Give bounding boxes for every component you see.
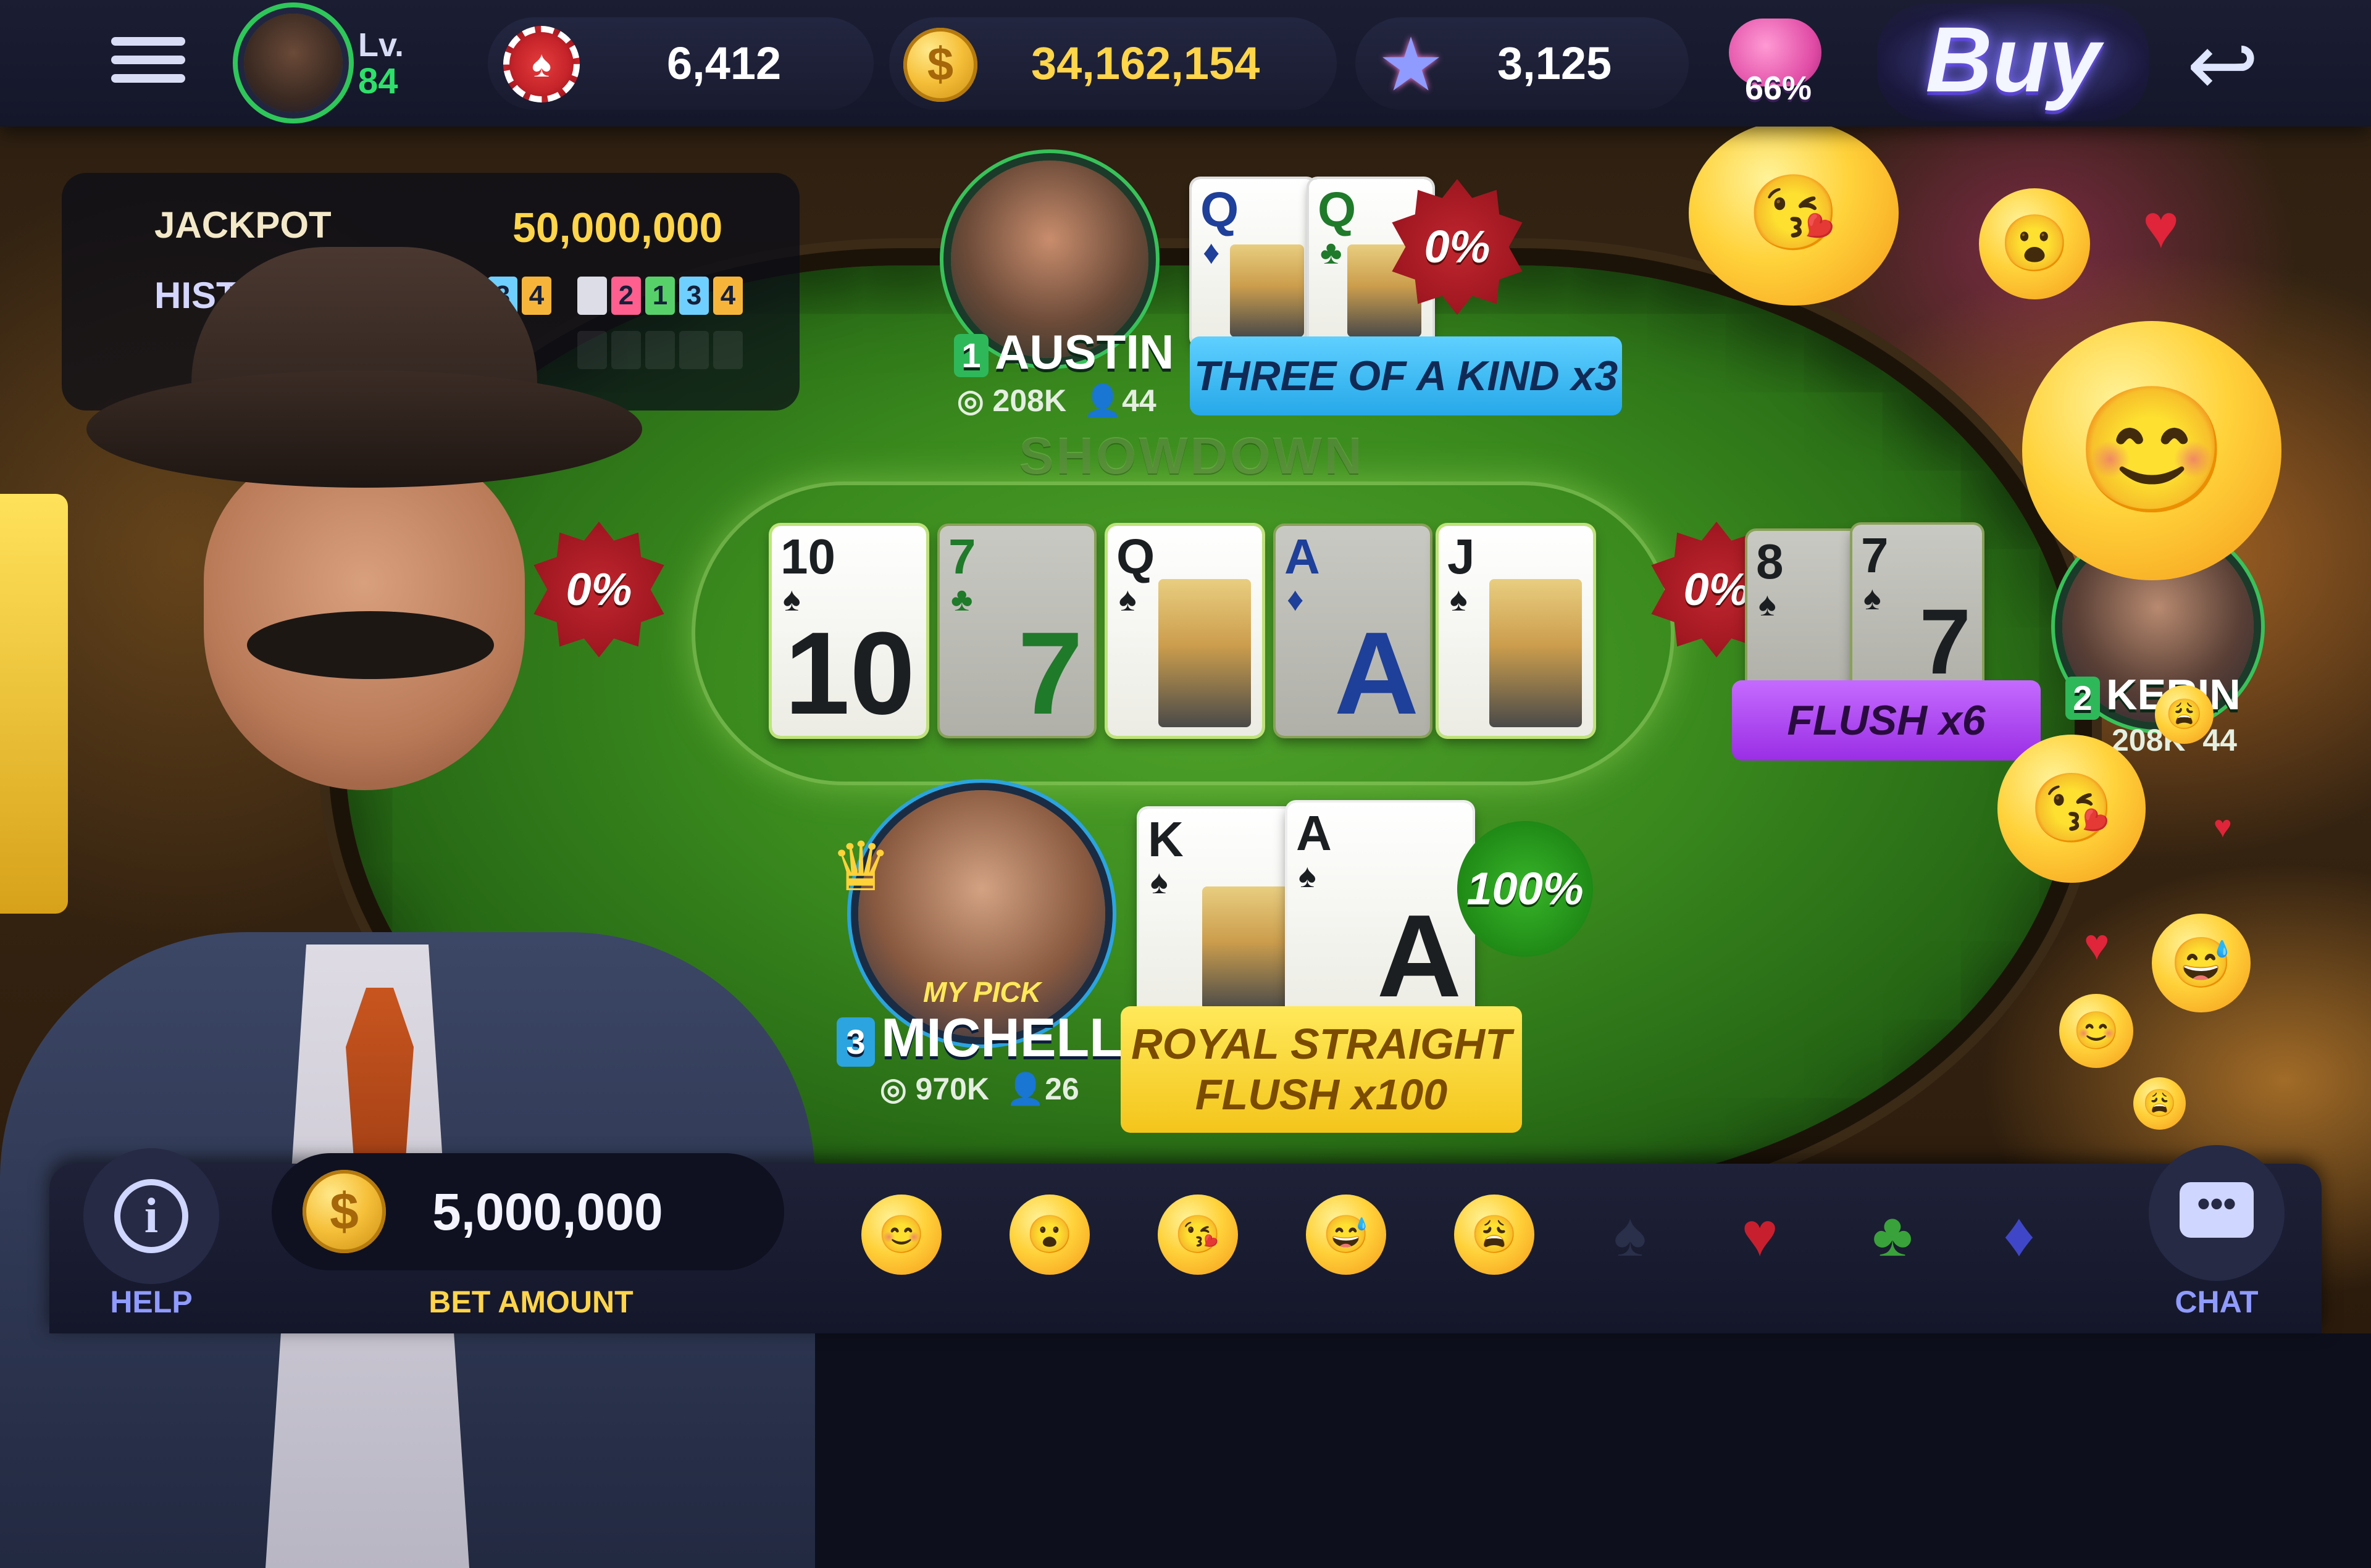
sweat-smile-face-icon[interactable]: 😅 [1306,1195,1386,1275]
weary-emoji-icon: 😩 [2155,685,2214,744]
user-avatar[interactable] [244,14,343,112]
player-name-austin: 1 AUSTIN [954,324,1174,380]
surprised-face-icon[interactable]: 😮 [1010,1195,1090,1275]
community-card: J ♠ [1439,526,1593,736]
chat-label: CHAT [2175,1285,2259,1319]
sweat-smile-emoji-icon: 😅 [2152,914,2251,1012]
surprised-emoji-icon: 😮 [1979,188,2090,299]
person-icon: 👤 [1083,383,1123,418]
level-label: Lv. [358,27,404,64]
kissing-heart-emoji-icon: 😘 [1689,120,1899,306]
spade-icon[interactable]: ♠ [1593,1198,1667,1272]
chip-icon: ◎ [957,383,993,418]
player-stats-austin: ◎ 208K 👤44 [957,383,1156,418]
dealer-mustache [247,611,494,679]
help-label: HELP [110,1285,193,1319]
smiling-emoji-icon: 😊 [2022,321,2281,580]
back-arrow-icon[interactable]: ↩ [2180,22,2266,108]
weary-emoji-icon: 😩 [2133,1077,2186,1130]
chat-bubble-icon: ••• [2180,1182,2254,1238]
diamond-icon[interactable]: ♦ [1982,1198,2056,1272]
my-pick-tag: MY PICK [923,976,1041,1008]
piggy-bank-percent: 66% [1744,70,1812,107]
community-card: Q ♠ [1108,526,1262,736]
player-name-kerin: 2KERIN [2065,670,2241,720]
kissing-emoji-icon: 😘 [1997,735,2146,883]
player-card: 7 ♠ 7 [1852,525,1982,691]
hand-label-kerin: FLUSH x6 [1732,680,2041,761]
hand-label-austin: THREE OF A KIND x3 [1190,336,1622,415]
bet-amount-label: BET AMOUNT [429,1285,634,1319]
info-icon: i [114,1179,188,1253]
player-name-michell: 3 MICHELL [837,1006,1123,1069]
coins-value: 34,162,154 [1031,38,1260,89]
heart-icon[interactable]: ♥ [1723,1198,1797,1272]
weary-face-icon[interactable]: 😩 [1454,1195,1534,1275]
smiling-face-icon[interactable]: 😊 [861,1195,942,1275]
community-card: A ♦ A [1276,526,1430,736]
dealer-hat-brim [86,370,642,488]
hand-label-michell: ROYAL STRAIGHT FLUSH x100 [1121,1006,1522,1133]
heart-icon: ♥ [2214,809,2232,844]
buy-button[interactable]: Buy [1877,4,2149,121]
smiling-emoji-icon: 😊 [2059,994,2133,1068]
bet-amount-value: 5,000,000 [432,1183,663,1241]
dollar-coin-icon: $ [303,1170,386,1253]
stars-value: 3,125 [1497,38,1612,89]
heart-icon: ♥ [2143,192,2180,261]
chips-value: 6,412 [667,38,782,89]
community-card: 7 ♣ 7 [940,526,1094,736]
player-card: A ♠ A [1287,803,1473,1019]
poker-chip-icon: ♠ [503,26,580,102]
showdown-watermark: SHOWDOWN [1019,427,1365,485]
star-icon: ★ [1378,23,1444,106]
crown-icon: ♛ [830,829,892,905]
player-card: Q ♦ [1192,179,1315,346]
kissing-face-icon[interactable]: 😘 [1158,1195,1238,1275]
player-card: K ♠ [1139,809,1300,1019]
club-icon[interactable]: ♣ [1855,1198,1930,1272]
dollar-coin-icon: $ [903,28,977,102]
win-percent-michell: 100% [1457,821,1593,957]
player-stats-michell: ◎ 970K 👤26 [880,1072,1079,1106]
level-value: 84 [358,61,398,101]
heart-icon: ♥ [2084,920,2110,969]
side-panel-tab[interactable] [0,494,68,914]
menu-button[interactable] [111,37,185,93]
